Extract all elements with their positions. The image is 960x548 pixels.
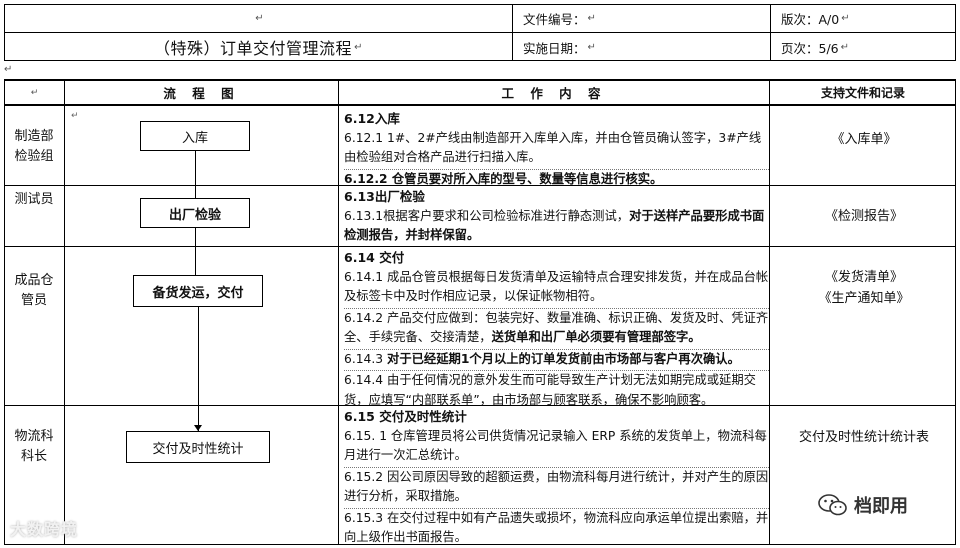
- doc-number-cell: 文件编号： ↵: [513, 5, 771, 33]
- support-doc: 《发货清单》: [824, 270, 903, 285]
- title-top-cell: ↵: [5, 5, 513, 33]
- paragraph-mark: ↵: [354, 41, 363, 53]
- col-header-dept: ↵: [30, 87, 39, 98]
- paragraph-mark: ↵: [587, 13, 596, 24]
- paragraph-mark: ↵: [840, 41, 850, 53]
- watermark-text: 大数跨境: [10, 520, 79, 539]
- flow-box-delivery-stats: 交付及时性统计: [126, 431, 270, 463]
- document-header: ↵ （特殊）订单交付管理流程 ↵ 文件编号： ↵ 实施日期： ↵ 版次：A/0 ↵ 页次…: [4, 4, 956, 61]
- version-cell: 版次：A/0 ↵: [771, 5, 956, 33]
- support-cell: 《检测报告》: [771, 206, 957, 227]
- wechat-icon: [818, 494, 847, 516]
- col-header-support: 支持文件和记录: [820, 86, 905, 100]
- section-heading: 6.15 交付及时性统计: [344, 409, 467, 424]
- work-content-6-14: 6.14 交付 6.14.1 成品仓管员根据每日发货清单及运输特点合理安排发货，…: [341, 248, 769, 410]
- dept-cell-manufacturing: 制造部 检验组: [5, 127, 63, 167]
- paragraph-mark: ↵: [255, 13, 264, 24]
- support-doc: 《检测报告》: [824, 209, 903, 224]
- impl-date-label: 实施日期：: [523, 40, 586, 56]
- page-cell: 页次：5/6 ↵: [771, 33, 956, 61]
- work-item: 6.15.2 因公司原因导致的超额运费，由物流科每月进行统计，并对产生的原因进行…: [344, 469, 769, 504]
- section-heading: 6.12入库: [344, 111, 400, 126]
- paragraph-mark: ↵: [841, 13, 850, 24]
- paragraph-mark: ↵: [587, 41, 596, 53]
- dept-label: 科长: [20, 449, 47, 464]
- flow-box-label: 入库: [181, 130, 208, 146]
- dept-label: 成品仓: [14, 273, 54, 288]
- support-doc: 《入库单》: [831, 132, 897, 147]
- work-item-text: 6.14.3: [344, 351, 388, 366]
- dept-label: 制造部: [14, 129, 54, 144]
- process-table: ↵ 流 程 图 工 作 内 容 支持文件和记录 制造部 检验组 ↵ 入库 6.1…: [4, 79, 956, 545]
- flow-arrow: [198, 307, 199, 431]
- dept-label: 检验组: [14, 149, 54, 164]
- page-label: 页次：5/6: [781, 40, 839, 56]
- support-cell: 交付及时性统计统计表: [771, 427, 957, 448]
- work-item: 6.13.1根据客户要求和公司检验标准进行静态测试，对于送样产品要形成书面检测报…: [344, 207, 769, 246]
- work-item: 6.12.1 1#、2#产线由制造部开入库单入库，并由仓管员确认签字，3#产线由…: [344, 130, 762, 165]
- work-item: 6.14.1 成品仓管员根据每日发货清单及运输特点合理安排发货，并在成品台帐及标…: [344, 269, 769, 304]
- version-label: 版次：A/0: [781, 12, 840, 27]
- flow-box-warehousing: 入库: [140, 121, 250, 151]
- dept-cell-logistics: 物流科 科长: [5, 427, 63, 467]
- work-item: 6.15.3 在交付过程中如有产品遗失或损坏，物流科应向承运单位提出索赔，并向上…: [344, 510, 769, 545]
- column-divider: [64, 81, 65, 544]
- support-doc: 《生产通知单》: [818, 291, 910, 306]
- watermark-right: 档即用: [818, 492, 908, 518]
- table-header-row: ↵ 流 程 图 工 作 内 容 支持文件和记录: [5, 81, 955, 106]
- work-item-bold: 对于已经延期1个月以上的订单发货前由市场部与客户再次确认。: [387, 351, 740, 366]
- row-divider: [5, 246, 955, 247]
- column-divider: [769, 81, 770, 544]
- flow-box-shipping-delivery: 备货发运，交付: [133, 275, 263, 307]
- col-header-flow: 流 程 图: [163, 86, 240, 101]
- work-content-6-13: 6.13出厂检验 6.13.1根据客户要求和公司检验标准进行静态测试，对于送样产…: [341, 187, 769, 246]
- work-item: 6.14.4 由于任何情况的意外发生而可能导致生产计划无法如期完成或延期交货，应…: [344, 373, 756, 407]
- work-item: 6.14.2 产品交付应做到：包装完好、数量准确、标识正确、发货及时、凭证齐全、…: [344, 309, 769, 348]
- flow-box-label: 备货发运，交付: [152, 285, 244, 301]
- work-item-text: 6.13.1根据客户要求和公司检验标准进行静态测试，: [344, 208, 630, 223]
- flow-box-factory-inspection: 出厂检验: [140, 198, 250, 228]
- work-item-bold: 6.12.2 仓管员要对所入库的型号、数量等信息进行核实。: [344, 171, 663, 186]
- doc-number-label: 文件编号：: [523, 12, 586, 27]
- work-item: 6.15. 1 仓库管理员将公司供货情况记录输入 ERP 系统的发货单上，物流科…: [344, 428, 767, 463]
- paragraph-mark: ↵: [71, 111, 79, 121]
- document-title-text: （特殊）订单交付管理流程: [154, 39, 353, 58]
- document-title: （特殊）订单交付管理流程 ↵: [5, 33, 513, 61]
- watermark-text: 档即用: [854, 496, 908, 517]
- dept-label: 测试员: [14, 192, 54, 207]
- watermark-left: 大数跨境: [10, 516, 78, 540]
- work-item-bold: 送货单和出厂单必须要有管理部签字。: [491, 330, 701, 344]
- dept-label: 物流科: [14, 429, 54, 444]
- column-divider: [338, 81, 339, 544]
- flow-arrow: [195, 151, 196, 199]
- support-doc: 交付及时性统计统计表: [798, 430, 929, 445]
- dept-cell-warehouse: 成品仓 管员: [5, 271, 63, 311]
- impl-date-cell: 实施日期： ↵: [513, 33, 771, 61]
- work-content-6-12: 6.12入库 6.12.1 1#、2#产线由制造部开入库单入库，并由仓管员确认签…: [341, 109, 769, 189]
- flow-arrow: [195, 228, 196, 275]
- section-heading: 6.13出厂检验: [344, 189, 425, 204]
- flow-box-label: 出厂检验: [168, 207, 221, 223]
- support-cell: 《发货清单》 《生产通知单》: [771, 267, 957, 309]
- col-header-work: 工 作 内 容: [501, 86, 607, 101]
- dept-cell-tester: 测试员: [5, 190, 63, 210]
- flow-box-label: 交付及时性统计: [152, 441, 244, 457]
- support-cell: 《入库单》: [771, 129, 957, 150]
- paragraph-mark: ↵: [4, 64, 13, 75]
- work-content-6-15: 6.15 交付及时性统计 6.15. 1 仓库管理员将公司供货情况记录输入 ER…: [341, 407, 769, 548]
- dept-label: 管员: [20, 293, 47, 308]
- work-item: 6.14.3 对于已经延期1个月以上的订单发货前由市场部与客户再次确认。: [344, 350, 769, 370]
- section-heading: 6.14 交付: [344, 250, 405, 265]
